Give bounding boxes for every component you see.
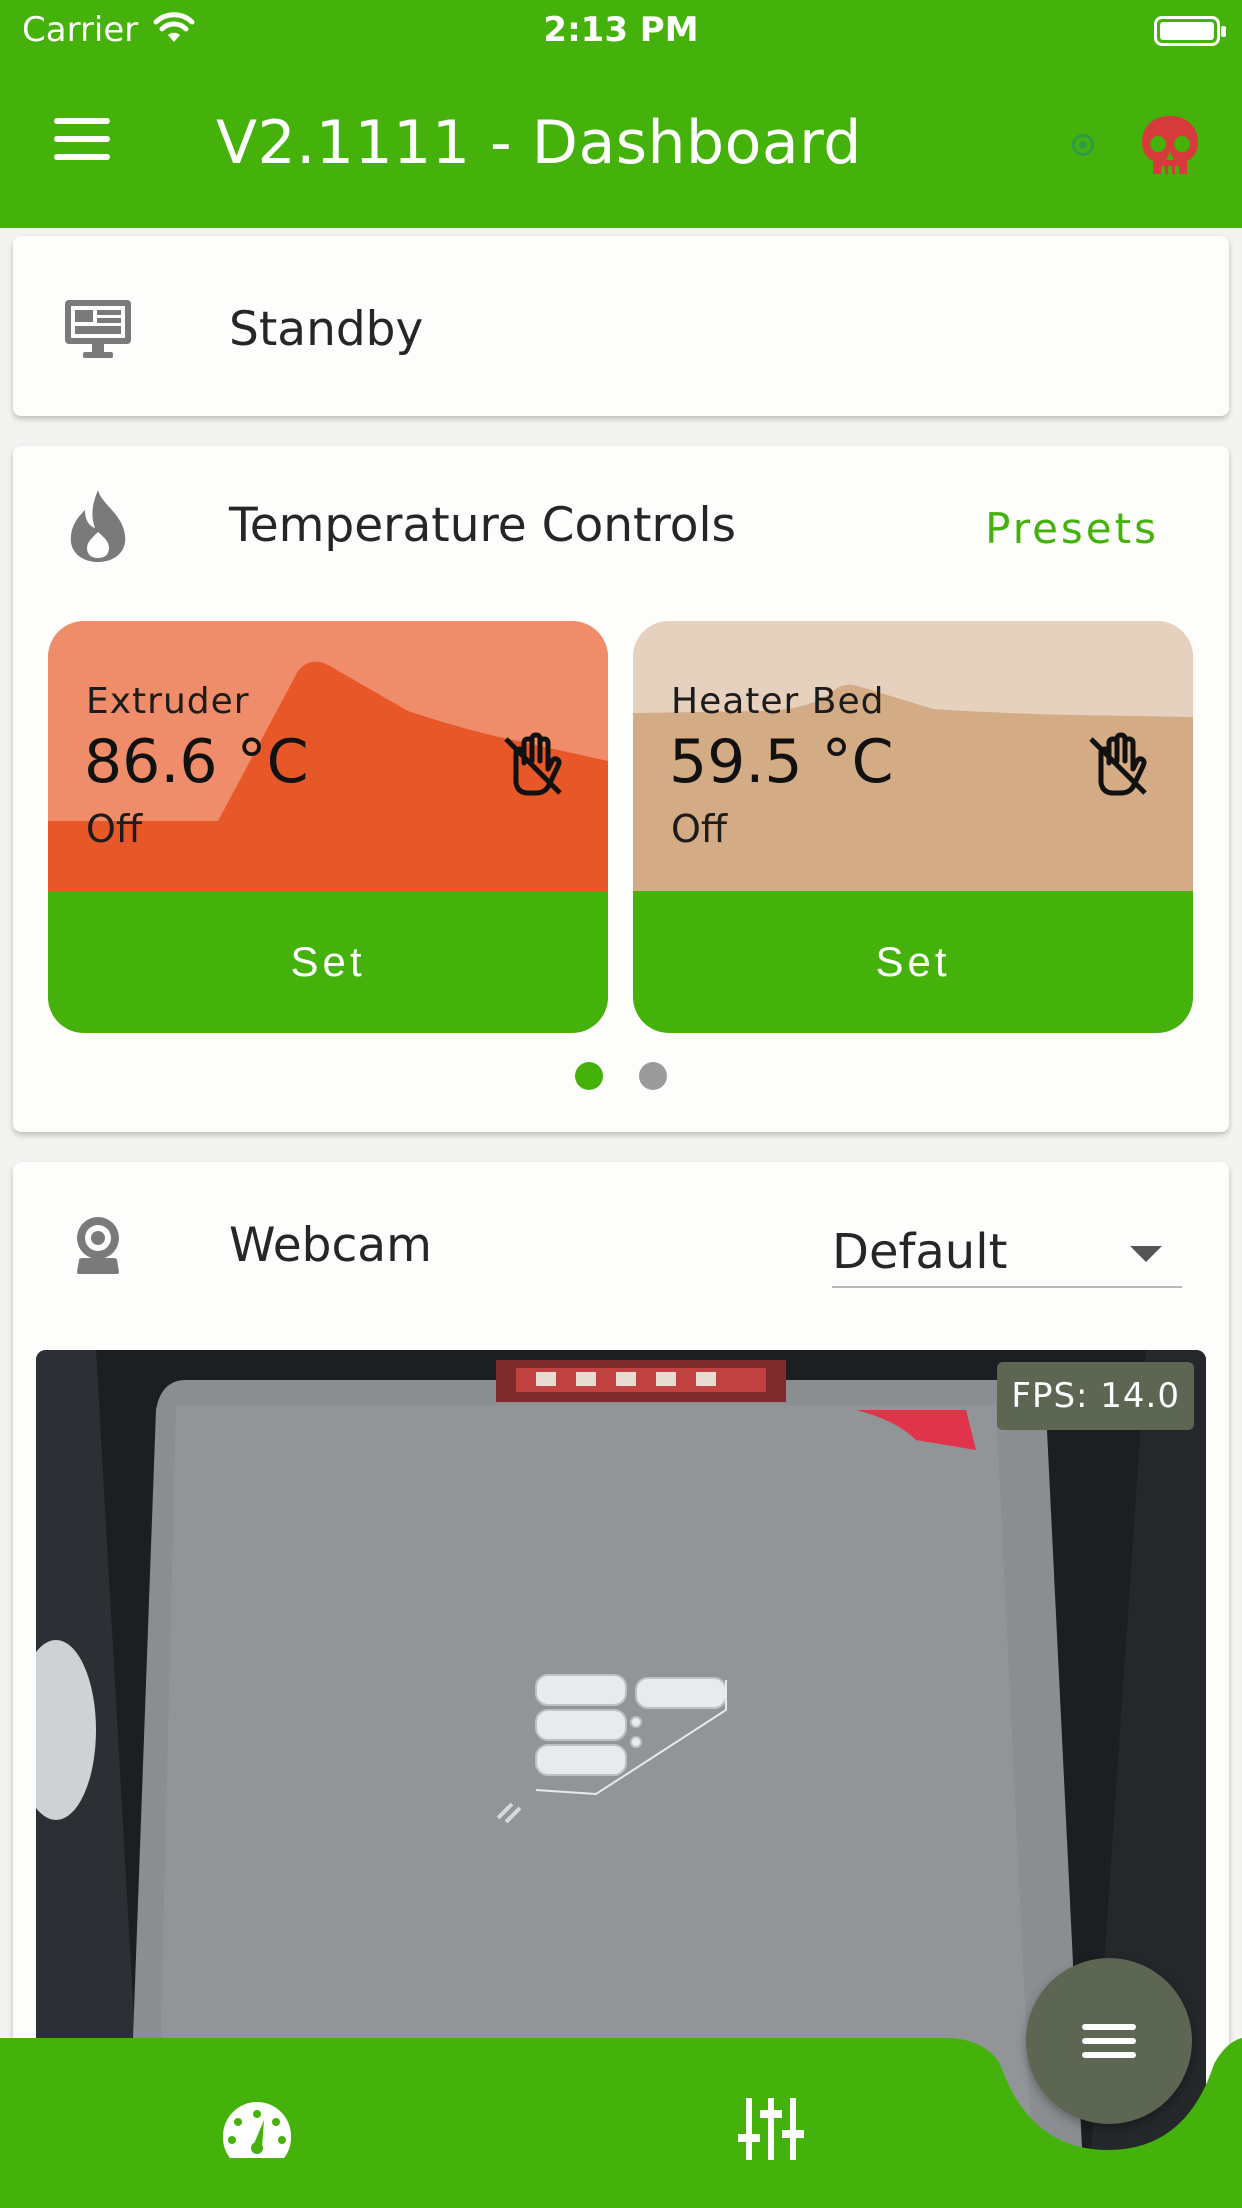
- machine-status-label: Standby: [229, 302, 424, 357]
- tune-sliders-icon[interactable]: [736, 2094, 806, 2164]
- heater-tile-bed[interactable]: Heater Bed 59.5 °C Off Set: [633, 621, 1193, 1033]
- hand-off-icon[interactable]: [1085, 731, 1151, 797]
- floating-menu-button[interactable]: [1026, 1958, 1192, 2124]
- fps-badge: FPS: 14.0: [997, 1362, 1194, 1430]
- heater-name: Extruder: [86, 681, 250, 722]
- webcam-selected-value: Default: [832, 1224, 1008, 1280]
- heater-name: Heater Bed: [671, 681, 885, 722]
- clock: 2:13 PM: [543, 10, 699, 50]
- speedometer-icon[interactable]: [220, 2098, 294, 2162]
- set-temperature-button[interactable]: Set: [633, 891, 1193, 1033]
- page-dot-1[interactable]: [575, 1062, 603, 1090]
- app-bar: Carrier 2:13 PM V2.1111 - Dashboard: [0, 0, 1242, 228]
- heater-state: Off: [86, 807, 143, 851]
- connection-status-icon: [1072, 134, 1094, 156]
- status-bar: Carrier 2:13 PM: [0, 0, 1242, 62]
- hand-off-icon[interactable]: [500, 731, 566, 797]
- page-dot-2[interactable]: [639, 1062, 667, 1090]
- webcam-source-select[interactable]: Default: [832, 1206, 1182, 1288]
- hamburger-menu-button[interactable]: [54, 118, 114, 166]
- chevron-down-icon: [1130, 1246, 1162, 1262]
- heater-state: Off: [671, 807, 728, 851]
- temperature-controls-card: Temperature Controls Presets Extruder 86…: [13, 446, 1229, 1132]
- status-card: Standby: [13, 236, 1229, 416]
- monitor-dashboard-icon: [65, 300, 131, 358]
- page-title: V2.1111 - Dashboard: [216, 108, 862, 178]
- presets-button[interactable]: Presets: [985, 504, 1159, 553]
- heater-tile-extruder[interactable]: Extruder 86.6 °C Off Set: [48, 621, 608, 1033]
- battery-icon: [1154, 16, 1226, 46]
- set-temperature-button[interactable]: Set: [48, 891, 608, 1033]
- heater-temperature: 86.6 °C: [84, 727, 309, 797]
- webcam-icon: [77, 1217, 119, 1274]
- page-indicator: [13, 1062, 1229, 1090]
- card-title: Webcam: [229, 1218, 432, 1273]
- card-title: Temperature Controls: [229, 498, 737, 553]
- emergency-stop-skull-icon[interactable]: [1136, 112, 1204, 180]
- fire-icon: [70, 490, 126, 562]
- heater-temperature: 59.5 °C: [669, 727, 894, 797]
